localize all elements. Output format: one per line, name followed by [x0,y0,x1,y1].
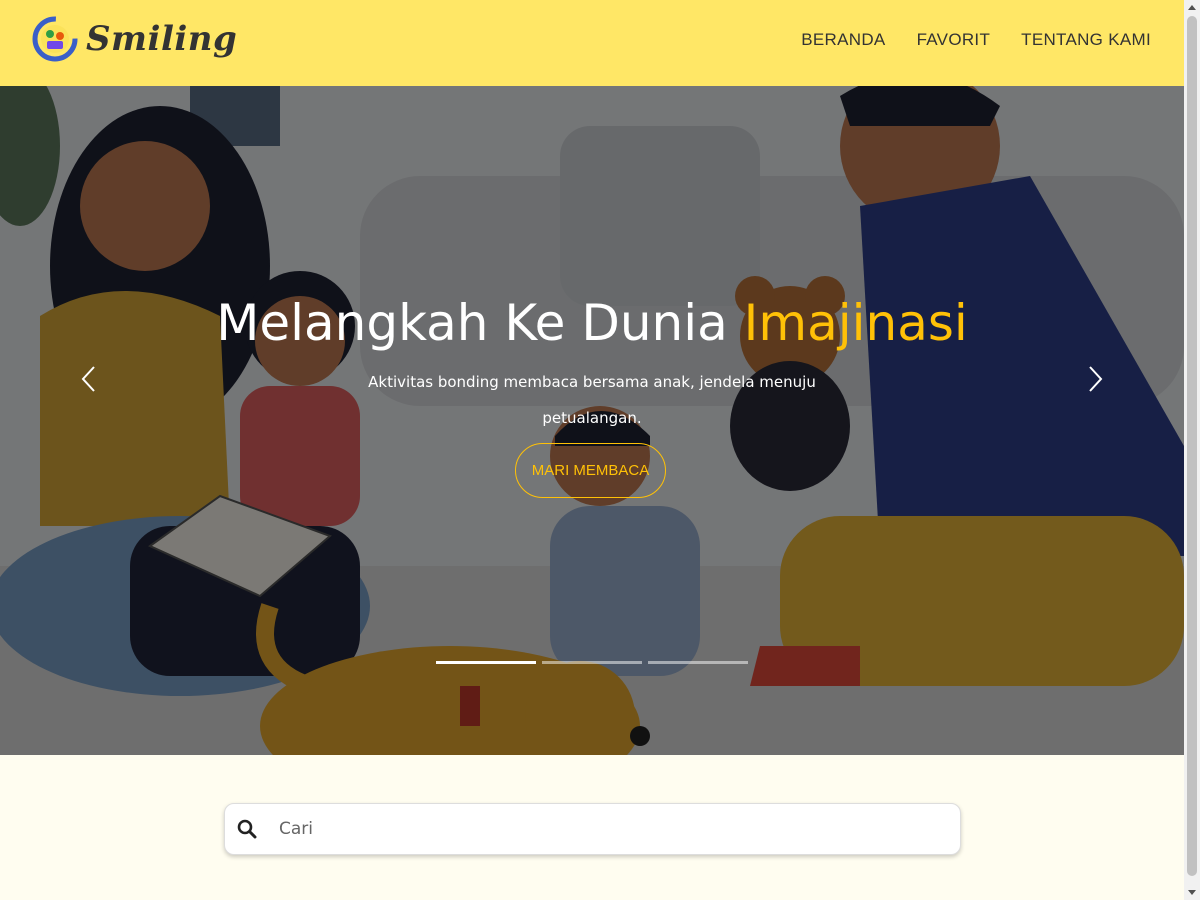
chevron-left-icon [81,366,95,392]
search-bar [224,803,961,855]
carousel-next-button[interactable] [1080,364,1110,394]
brand[interactable]: Smiling [32,16,237,62]
mari-membaca-button[interactable]: MARI MEMBACA [515,443,666,498]
nav-item-tentang-kami[interactable]: TENTANG KAMI [1021,30,1151,50]
carousel-indicator-3[interactable] [648,661,748,664]
scroll-up-icon[interactable] [1188,5,1196,10]
family-reading-logo-icon [32,16,78,62]
nav-item-beranda[interactable]: BERANDA [801,30,885,50]
search-input[interactable] [277,808,941,850]
hero-title-accent: Imajinasi [743,294,968,352]
search-icon [237,819,257,839]
navbar: Smiling BERANDA FAVORIT TENTANG KAMI [0,0,1184,86]
scrollbar-thumb[interactable] [1187,16,1197,876]
chevron-right-icon [1089,366,1103,392]
main-nav: BERANDA FAVORIT TENTANG KAMI [801,30,1151,50]
carousel-indicators [436,661,748,664]
page-scrollbar[interactable] [1184,0,1200,900]
carousel-indicator-1[interactable] [436,661,536,664]
hero-subtitle: Aktivitas bonding membaca bersama anak, … [368,373,816,427]
hero-title-main: Melangkah Ke Dunia [216,294,744,352]
hero-carousel: Melangkah Ke Dunia Imajinasi Aktivitas b… [0,86,1184,755]
brand-name: Smiling [86,19,238,59]
carousel-prev-button[interactable] [74,364,104,394]
carousel-indicator-2[interactable] [542,661,642,664]
hero-title: Melangkah Ke Dunia Imajinasi [0,294,1184,352]
nav-item-favorit[interactable]: FAVORIT [917,30,991,50]
scroll-down-icon[interactable] [1188,890,1196,895]
